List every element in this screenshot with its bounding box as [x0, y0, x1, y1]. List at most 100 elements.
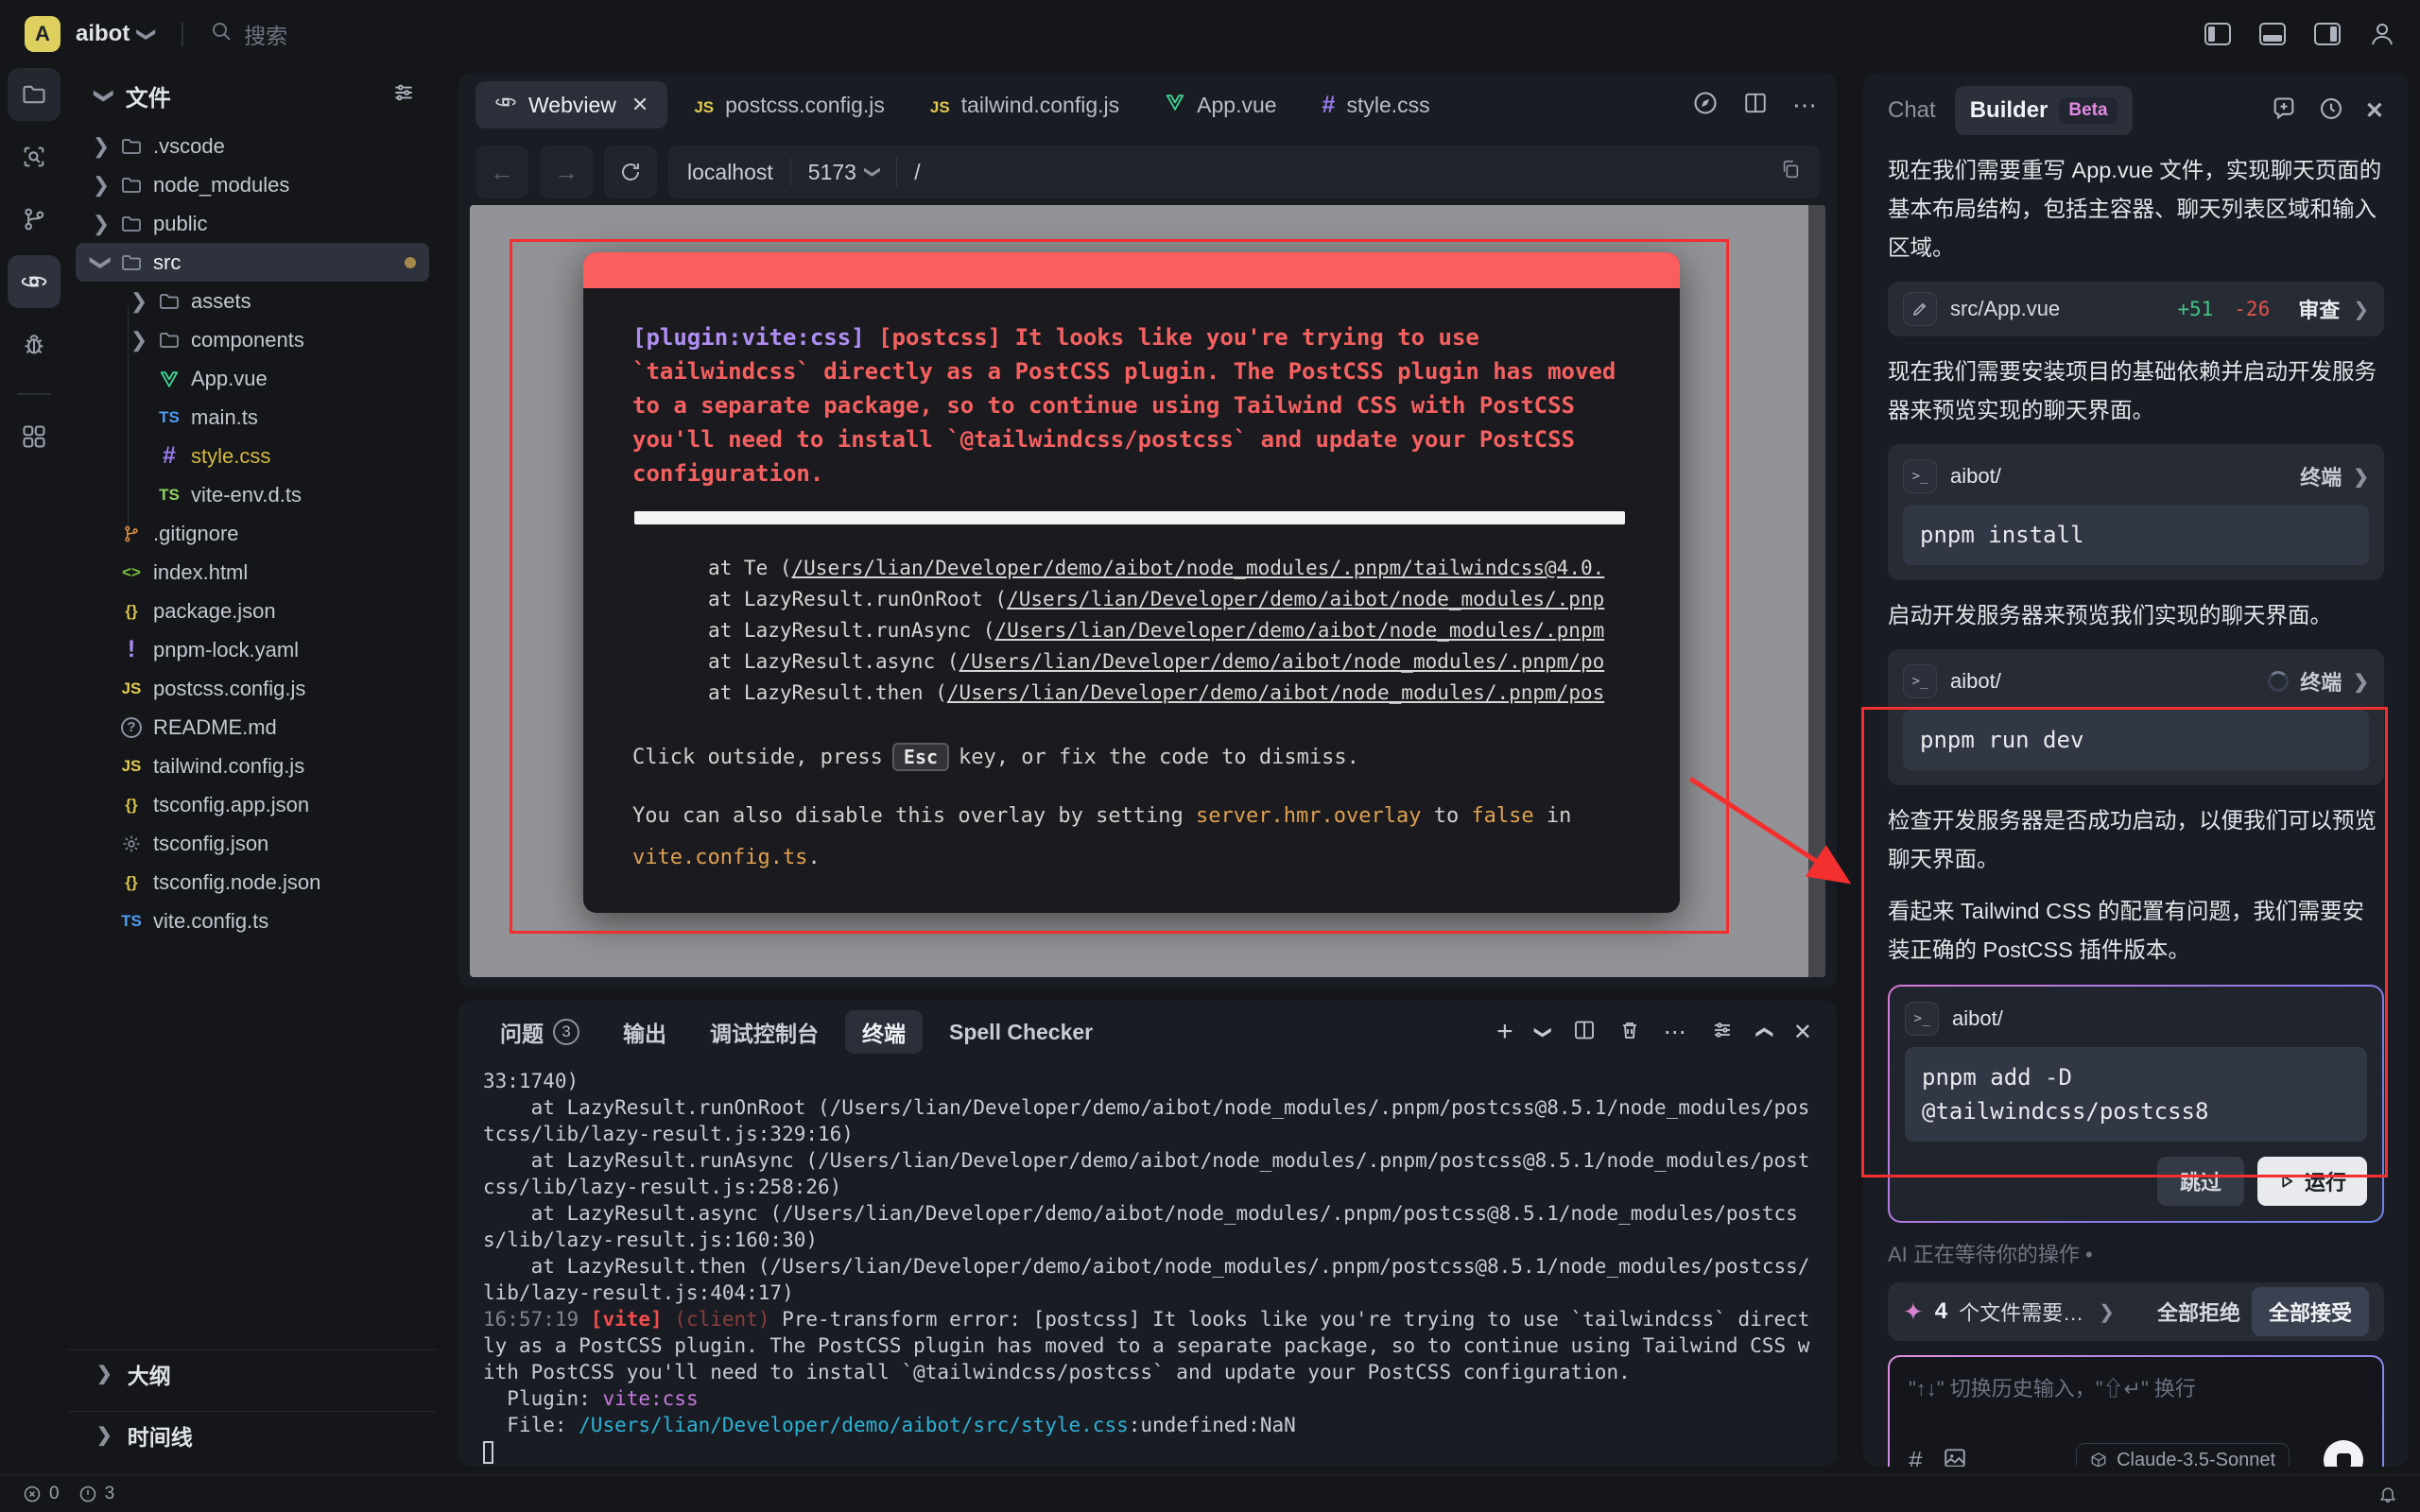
terminal-command-card[interactable]: >_ aibot/ 终端❯ pnpm install [1888, 444, 2384, 580]
file-item-tsconfig-app-json[interactable]: {}tsconfig.app.json [76, 785, 429, 824]
file-item-vite-env-d-ts[interactable]: TSvite-env.d.ts [76, 475, 429, 514]
maximize-panel-icon[interactable]: ❯ [1754, 1024, 1773, 1039]
bell-icon[interactable] [2378, 1485, 2397, 1503]
chevron-right-icon[interactable]: ❯ [87, 173, 115, 198]
chevron-right-icon[interactable]: ❯ [87, 212, 115, 236]
editor-tab-webview[interactable]: Webview✕ [475, 81, 667, 129]
chevron-right-icon[interactable]: ❯ [2099, 1300, 2115, 1324]
file-item-node-modules[interactable]: ❯node_modules [76, 165, 429, 204]
problems-errors[interactable]: 0 [23, 1484, 60, 1504]
search-scan-icon[interactable] [8, 130, 60, 183]
more-actions-icon[interactable]: ⋯ [1792, 91, 1820, 120]
file-item-assets[interactable]: ❯assets [76, 282, 429, 320]
terminal-link[interactable]: 终端 [2300, 461, 2342, 491]
split-terminal-icon[interactable] [1573, 1019, 1596, 1046]
tab-chat[interactable]: Chat [1888, 97, 1936, 124]
forward-button[interactable]: → [540, 146, 593, 198]
panel-tab-问题[interactable]: 问题3 [483, 1010, 596, 1054]
run-button[interactable]: 运行 [2257, 1157, 2367, 1206]
chevron-down-icon[interactable]: ❯ [135, 26, 159, 43]
workspace-name[interactable]: aibot [76, 21, 130, 47]
page-scrollbar[interactable] [1808, 205, 1825, 977]
panel-tab-spell-checker[interactable]: Spell Checker [932, 1010, 1110, 1054]
vite-error-overlay[interactable]: [plugin:vite:css] [postcss] It looks lik… [583, 252, 1680, 913]
chevron-down-icon[interactable]: ❯ [93, 88, 116, 104]
file-item-style-css[interactable]: #style.css [76, 437, 429, 475]
source-control-icon[interactable] [8, 193, 60, 246]
terminal-dropdown-icon[interactable]: ❯ [1533, 1024, 1553, 1039]
terminal-link[interactable]: 终端 [2300, 666, 2342, 696]
file-item--gitignore[interactable]: .gitignore [76, 514, 429, 553]
explorer-icon[interactable] [8, 68, 60, 121]
file-item-index-html[interactable]: <>index.html [76, 553, 429, 592]
panel-tab-输出[interactable]: 输出 [606, 1010, 683, 1054]
file-item-src[interactable]: ❯src [76, 243, 429, 282]
account-icon[interactable] [2369, 21, 2395, 47]
preview-compass-icon[interactable] [1692, 90, 1719, 121]
chevron-right-icon[interactable]: ❯ [125, 328, 153, 352]
file-item-main-ts[interactable]: TSmain.ts [76, 398, 429, 437]
webview-page[interactable]: [plugin:vite:css] [postcss] It looks lik… [470, 205, 1825, 977]
file-item-postcss-config-js[interactable]: JSpostcss.config.js [76, 669, 429, 708]
toggle-bottom-panel-icon[interactable] [2259, 22, 2286, 46]
editor-tab-app-vue[interactable]: App.vue [1146, 81, 1295, 129]
filter-icon[interactable] [391, 80, 416, 112]
terminal-output[interactable]: 33:1740) at LazyResult.runOnRoot (/Users… [458, 1058, 1837, 1467]
file-item-tsconfig-json[interactable]: tsconfig.json [76, 824, 429, 863]
file-item-vite-config-ts[interactable]: TSvite.config.ts [76, 902, 429, 940]
close-icon[interactable]: ✕ [631, 93, 648, 117]
editor-tab-tailwind-config-js[interactable]: JStailwind.config.js [911, 81, 1138, 129]
attach-image-icon[interactable] [1943, 1446, 1967, 1468]
toggle-right-panel-icon[interactable] [2314, 22, 2341, 46]
editor-tab-postcss-config-js[interactable]: JSpostcss.config.js [675, 81, 904, 129]
file-item-app-vue[interactable]: App.vue [76, 359, 429, 398]
file-item-package-json[interactable]: {}package.json [76, 592, 429, 630]
file-item-public[interactable]: ❯public [76, 204, 429, 243]
terminal-command-card[interactable]: >_ aibot/ 终端❯ pnpm run dev [1888, 649, 2384, 785]
file-item-tsconfig-node-json[interactable]: {}tsconfig.node.json [76, 863, 429, 902]
chevron-down-icon[interactable]: ❯ [89, 249, 113, 277]
extensions-icon[interactable] [8, 410, 60, 463]
new-chat-icon[interactable] [2271, 95, 2297, 127]
debug-icon[interactable] [8, 318, 60, 370]
model-selector[interactable]: Claude-3.5-Sonnet [2076, 1443, 2290, 1468]
more-actions-icon[interactable]: ⋯ [1664, 1019, 1688, 1046]
panel-tab-调试控制台[interactable]: 调试控制台 [693, 1010, 836, 1054]
file-change-card[interactable]: src/App.vue +51 -26 审查 ❯ [1888, 282, 2384, 336]
chevron-right-icon[interactable]: ❯ [87, 134, 115, 159]
file-item-readme-md[interactable]: ?README.md [76, 708, 429, 747]
reject-all-button[interactable]: 全部拒绝 [2157, 1297, 2240, 1327]
global-search[interactable]: 搜索 [210, 18, 287, 50]
review-button[interactable]: 审查 [2298, 294, 2340, 324]
webview-panel-icon[interactable] [8, 255, 60, 308]
chevron-down-icon[interactable]: ❯ [863, 165, 882, 179]
file-item-pnpm-lock-yaml[interactable]: !pnpm-lock.yaml [76, 630, 429, 669]
file-item--vscode[interactable]: ❯.vscode [76, 127, 429, 165]
context-hash-icon[interactable]: # [1909, 1446, 1922, 1468]
file-item-components[interactable]: ❯components [76, 320, 429, 359]
stop-generation-button[interactable] [2324, 1440, 2363, 1467]
toggle-left-panel-icon[interactable] [2204, 22, 2231, 46]
close-panel-icon[interactable]: ✕ [2365, 97, 2384, 125]
panel-filter-icon[interactable] [1711, 1019, 1734, 1046]
back-button[interactable]: ← [475, 146, 528, 198]
kill-terminal-icon[interactable] [1618, 1019, 1641, 1046]
refresh-button[interactable] [604, 146, 657, 198]
new-terminal-icon[interactable]: + [1496, 1016, 1513, 1048]
address-bar[interactable]: localhost 5173 ❯ / [668, 146, 1820, 198]
panel-tab-终端[interactable]: 终端 [845, 1010, 923, 1054]
accept-all-button[interactable]: 全部接受 [2252, 1287, 2369, 1336]
file-item-tailwind-config-js[interactable]: JStailwind.config.js [76, 747, 429, 785]
skip-button[interactable]: 跳过 [2157, 1157, 2244, 1206]
editor-tab-style-css[interactable]: #style.css [1304, 81, 1449, 129]
tab-builder[interactable]: Builder Beta [1955, 86, 2133, 135]
timeline-section[interactable]: ❯ 时间线 [68, 1411, 437, 1458]
problems-warnings[interactable]: 3 [78, 1484, 115, 1504]
chat-input[interactable]: "↑↓" 切换历史输入，"⇧↵" 换行 # Claude-3.5-Sonnet [1890, 1357, 2382, 1467]
address-port[interactable]: 5173 [808, 160, 856, 185]
copy-url-icon[interactable] [1780, 159, 1801, 185]
history-icon[interactable] [2318, 95, 2344, 127]
outline-section[interactable]: ❯ 大纲 [68, 1349, 437, 1397]
chevron-right-icon[interactable]: ❯ [125, 289, 153, 314]
split-editor-icon[interactable] [1743, 91, 1768, 120]
